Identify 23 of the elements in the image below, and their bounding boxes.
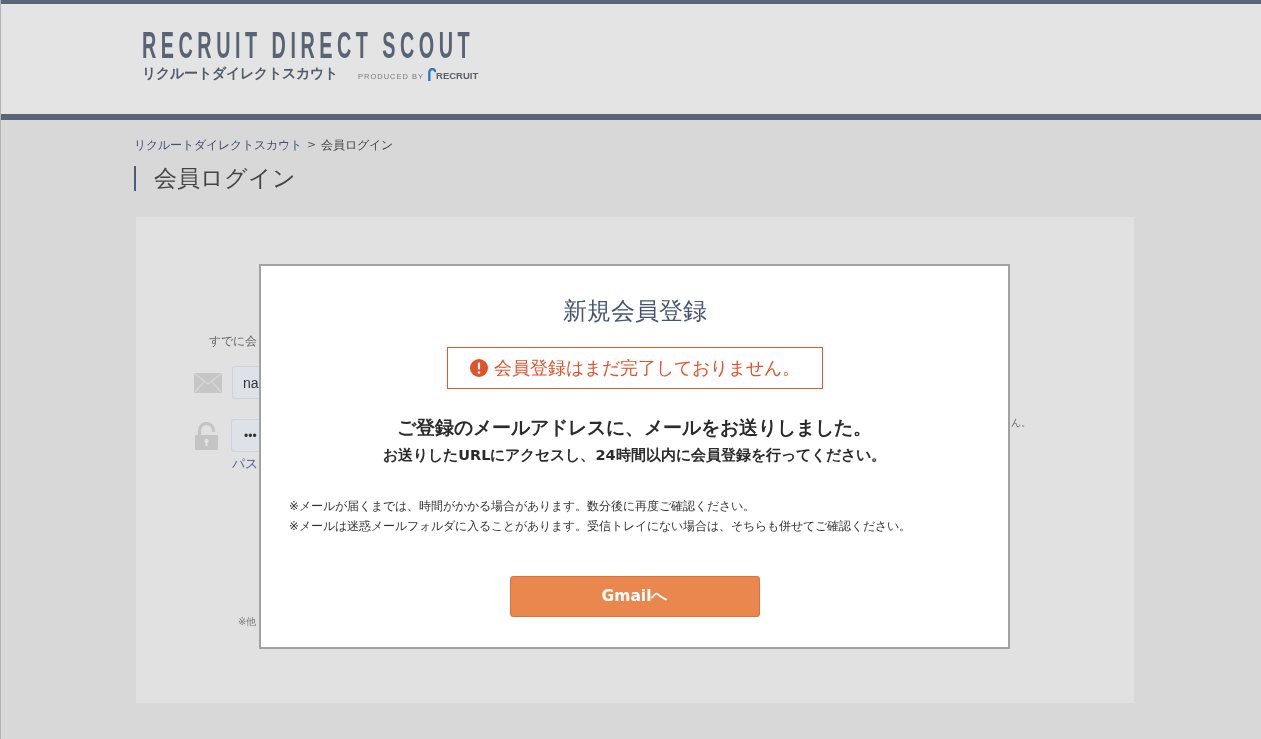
email-field[interactable]: na: [232, 366, 259, 399]
company-name: RECRUIT: [436, 71, 479, 81]
note-text: ※他: [238, 615, 257, 629]
password-field[interactable]: •••: [231, 419, 258, 452]
note-text: ※メールは迷惑メールフォルダに入ることがあります。受信トレイにない場合は、そちらも併せてご確認ください。: [289, 518, 911, 535]
exclamation-icon: [469, 359, 488, 377]
breadcrumb-separator: >: [307, 137, 317, 153]
intro-text: すでに会: [209, 333, 257, 349]
breadcrumb-link[interactable]: リクルートダイレクトスカウト: [134, 137, 302, 153]
text-link[interactable]: パス: [232, 456, 258, 472]
envelope-icon: [194, 372, 222, 393]
modal-title: 新規会員登録: [562, 298, 707, 324]
side-text: ん。: [1011, 416, 1031, 430]
logo-subtitle: リクルートダイレクトスカウト: [142, 64, 338, 82]
page-title: 会員ログイン: [134, 166, 296, 191]
logo-title: RECRUIT DIRECT SCOUT: [142, 28, 475, 64]
alert-message: 会員登録はまだ完了しておりません。: [493, 358, 800, 378]
note-text: ※メールが届くまでは、時間がかかる場合があります。数分後に再度ご確認ください。: [289, 498, 755, 515]
padlock-icon: [195, 421, 218, 450]
breadcrumb-current: 会員ログイン: [321, 137, 394, 153]
instruction-text: お送りしたURLにアクセスし、24時間以内に会員登録を行ってください。: [383, 446, 886, 464]
message-text: ご登録のメールアドレスに、メールをお送りしました。: [397, 416, 872, 440]
arch-logo-icon: [428, 68, 436, 81]
